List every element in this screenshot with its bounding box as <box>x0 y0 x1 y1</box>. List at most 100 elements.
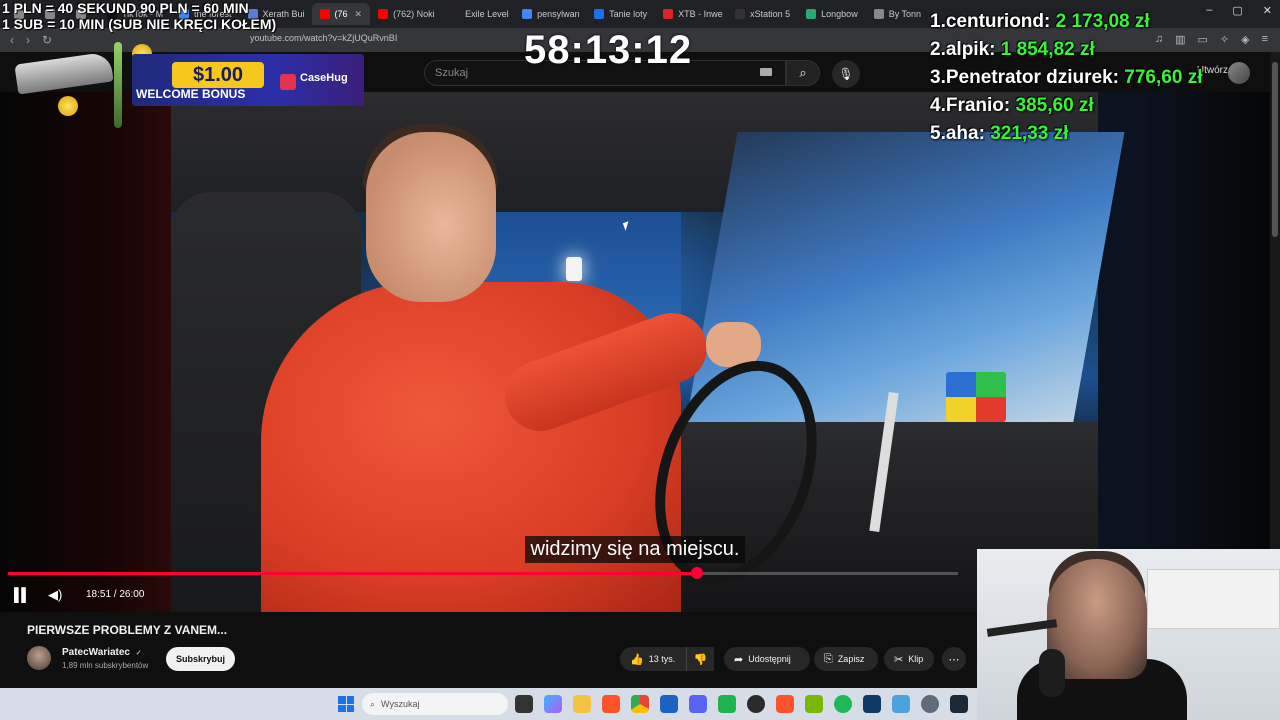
leaderboard-rank: 2. <box>930 39 946 60</box>
channel-name[interactable]: PatecWariatec ✓ <box>62 647 142 658</box>
close-window-button[interactable]: ✕ <box>1263 4 1272 17</box>
coin-icon <box>58 96 78 116</box>
tab-favicon-icon <box>319 9 330 19</box>
dislike-button[interactable]: 👎 <box>686 647 714 671</box>
battle-net-icon[interactable] <box>863 695 881 713</box>
subscribe-button[interactable]: Subskrybuj <box>166 647 235 671</box>
casehug-logo-icon <box>280 74 296 90</box>
leaderboard-row: 2.alpik: 1 854,82 zł <box>930 36 1202 64</box>
leaderboard-amount: 2 173,08 zł <box>1055 11 1150 32</box>
pistol-icon <box>14 51 114 95</box>
task-view-icon[interactable] <box>515 695 533 713</box>
promo-overlay: $1.00 WELCOME BONUS CaseHug <box>14 42 364 128</box>
leaderboard-row: 5.aha: 321,33 zł <box>930 120 1202 148</box>
taskbar-search[interactable]: ⌕ Wyszukaj <box>362 693 508 715</box>
driver <box>366 132 496 302</box>
tab-favicon-icon <box>450 9 461 19</box>
knife-icon <box>114 42 122 128</box>
browser-tab[interactable]: Longbow <box>798 3 866 25</box>
share-button[interactable]: ➦ Udostępnij <box>724 647 810 671</box>
subscriber-count: 1,89 mln subskrybentów <box>62 661 149 670</box>
file-explorer-icon[interactable] <box>573 695 591 713</box>
tab-label: Longbow <box>821 9 858 19</box>
vpn-icon[interactable]: ◈ <box>1241 33 1249 46</box>
volume-icon[interactable]: ◀) <box>48 587 62 603</box>
pause-button[interactable]: ▌▌ <box>14 587 30 602</box>
leaderboard-name: Franio: <box>945 95 1011 116</box>
tab-label: (762) Noki <box>393 9 435 19</box>
taskbar-apps <box>515 695 968 713</box>
leaderboard-rank: 4. <box>930 95 946 116</box>
account-avatar[interactable] <box>1228 62 1250 84</box>
minimize-button[interactable]: – <box>1206 4 1212 17</box>
more-actions-button[interactable]: ⋯ <box>942 647 966 671</box>
subathon-timer: 58:13:12 <box>524 28 693 72</box>
browser-tab[interactable]: xStation 5 <box>727 3 798 25</box>
stream-rates-overlay: 1 PLN = 40 SEKUND 90 PLN = 60 MIN 1 SUB … <box>2 0 276 32</box>
menu-icon[interactable]: ≡ <box>1262 33 1268 46</box>
discord-icon[interactable] <box>689 695 707 713</box>
extensions-icon[interactable]: ✧ <box>1220 33 1229 46</box>
leaderboard-name: alpik: <box>945 39 996 60</box>
leaderboard-name: Penetrator dziurek: <box>945 67 1120 88</box>
progress-bar[interactable] <box>8 567 958 579</box>
steam-icon[interactable] <box>950 695 968 713</box>
leaderboard-name: aha: <box>945 123 985 144</box>
settings-icon[interactable] <box>921 695 939 713</box>
voice-search-button[interactable]: 🎙 <box>832 60 860 88</box>
rates-line-1: 1 PLN = 40 SEKUND 90 PLN = 60 MIN <box>2 0 249 16</box>
scissors-icon: ✂ <box>894 653 904 666</box>
search-icon: ⌕ <box>370 698 376 709</box>
rates-line-2: 1 SUB = 10 MIN (SUB NIE KRĘCI KOŁEM) <box>2 16 277 32</box>
save-button[interactable]: ⎘ Zapisz <box>814 647 878 671</box>
screen: { "browser": { "tabs": [ {"label": "", "… <box>0 0 1280 720</box>
search-placeholder: Szukaj <box>435 67 469 79</box>
channel-avatar[interactable] <box>27 646 51 670</box>
leaderboard-amount: 385,60 zł <box>1015 95 1094 116</box>
leaderboard-amount: 776,60 zł <box>1124 67 1203 88</box>
xbox-icon[interactable] <box>718 695 736 713</box>
bookmark-icon: ⎘ <box>824 652 833 665</box>
copilot-icon[interactable] <box>544 695 562 713</box>
video-player[interactable]: widzimy się na miejscu. ▌▌ ◀) 18:51 / 26… <box>0 92 1270 612</box>
chrome-icon[interactable] <box>631 695 649 713</box>
obs-icon[interactable] <box>747 695 765 713</box>
browser-tab[interactable]: Exile Level <box>442 3 514 25</box>
store-icon[interactable] <box>660 695 678 713</box>
browser-tab[interactable]: Tanie loty <box>586 3 655 25</box>
browser-tab[interactable]: By Tonn <box>866 3 929 25</box>
progress-knob[interactable] <box>690 567 703 579</box>
brave-icon-2[interactable] <box>776 695 794 713</box>
start-button[interactable] <box>338 696 354 712</box>
time-display: 18:51 / 26:00 <box>86 589 145 600</box>
clip-button[interactable]: ✂ Klip <box>884 647 934 671</box>
progress-fill <box>8 572 697 575</box>
nvidia-icon[interactable] <box>805 695 823 713</box>
search-button[interactable]: ⌕ <box>786 60 820 86</box>
browser-tab[interactable]: XTB - Inwe <box>655 3 727 25</box>
promo-text: WELCOME BONUS <box>136 87 246 101</box>
brave-icon[interactable] <box>602 695 620 713</box>
tab-favicon-icon <box>735 9 746 19</box>
leaderboard-row: 3.Penetrator dziurek: 776,60 zł <box>930 64 1202 92</box>
browser-tab[interactable]: (762) Noki <box>370 3 442 25</box>
tab-label: Exile Level <box>465 9 509 19</box>
tab-label: Tanie loty <box>609 9 648 19</box>
tab-favicon-icon <box>378 9 389 19</box>
maximize-button[interactable]: ▢ <box>1232 4 1242 17</box>
spotify-icon[interactable] <box>834 695 852 713</box>
video-letterbox-right <box>1098 92 1270 612</box>
close-tab-icon[interactable]: ✕ <box>355 9 363 20</box>
leaderboard-row: 4.Franio: 385,60 zł <box>930 92 1202 120</box>
share-icon: ➦ <box>734 653 744 666</box>
leaderboard-rank: 5. <box>930 123 946 144</box>
browser-tab[interactable]: pensylwan <box>514 3 586 25</box>
tab-favicon-icon <box>663 9 674 19</box>
notepad-icon[interactable] <box>892 695 910 713</box>
keyboard-icon[interactable] <box>760 68 772 76</box>
like-count: 13 tys. <box>648 654 676 664</box>
verified-icon: ✓ <box>135 650 142 657</box>
page-scrollbar[interactable] <box>1270 52 1280 549</box>
browser-tab[interactable]: (76 ✕ <box>311 3 371 25</box>
video-letterbox-left <box>0 92 171 612</box>
